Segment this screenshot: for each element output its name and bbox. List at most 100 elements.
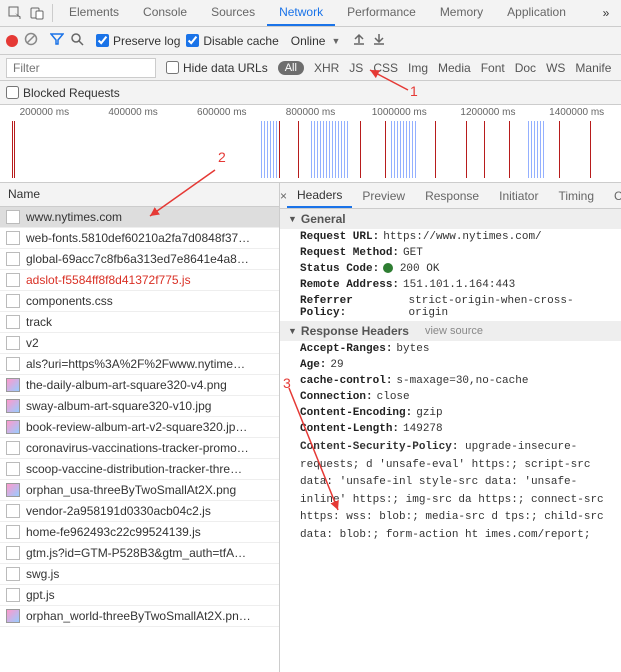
- response-headers-section[interactable]: ▼Response Headersview source: [280, 321, 621, 341]
- file-icon: [6, 399, 20, 413]
- file-icon: [6, 483, 20, 497]
- request-url-key: Request URL:: [300, 231, 379, 243]
- connection-key: Connection:: [300, 391, 373, 403]
- blocked-requests-label: Blocked Requests: [23, 86, 120, 100]
- request-row[interactable]: coronavirus-vaccinations-tracker-promo…: [0, 438, 279, 459]
- filter-js[interactable]: JS: [349, 61, 363, 75]
- request-name: the-daily-album-art-square320-v4.png: [26, 378, 227, 392]
- network-split: Name www.nytimes.com web-fonts.5810def602…: [0, 183, 621, 672]
- request-row[interactable]: v2: [0, 333, 279, 354]
- tab-network[interactable]: Network: [267, 0, 335, 26]
- request-name: sway-album-art-square320-v10.jpg: [26, 399, 211, 413]
- preserve-log-checkbox[interactable]: Preserve log: [96, 34, 180, 48]
- request-row[interactable]: gtm.js?id=GTM-P528B3&gtm_auth=tfA…: [0, 543, 279, 564]
- age-value: 29: [330, 359, 343, 371]
- tab-console[interactable]: Console: [131, 0, 199, 26]
- filter-css[interactable]: CSS: [373, 61, 398, 75]
- filter-img[interactable]: Img: [408, 61, 428, 75]
- request-row[interactable]: orphan_usa-threeByTwoSmallAt2X.png: [0, 480, 279, 501]
- request-row[interactable]: orphan_world-threeByTwoSmallAt2X.pn…: [0, 606, 279, 627]
- filter-ws[interactable]: WS: [546, 61, 565, 75]
- hide-data-urls-checkbox[interactable]: Hide data URLs: [166, 61, 268, 75]
- request-name: swg.js: [26, 567, 59, 581]
- tab-performance[interactable]: Performance: [335, 0, 428, 26]
- tab-elements[interactable]: Elements: [57, 0, 131, 26]
- detail-tabs: × Headers Preview Response Initiator Tim…: [280, 183, 621, 209]
- request-row[interactable]: book-review-album-art-v2-square320.jp…: [0, 417, 279, 438]
- general-section[interactable]: ▼General: [280, 209, 621, 229]
- filter-doc[interactable]: Doc: [515, 61, 536, 75]
- view-source-link[interactable]: view source: [425, 325, 483, 337]
- filter-icon[interactable]: [50, 32, 64, 49]
- tab-initiator[interactable]: Initiator: [489, 185, 548, 207]
- file-icon: [6, 231, 20, 245]
- filter-xhr[interactable]: XHR: [314, 61, 339, 75]
- request-row[interactable]: adslot-f5584ff8f8d41372f775.js: [0, 270, 279, 291]
- accept-ranges-value: bytes: [396, 343, 429, 355]
- filter-bar: Hide data URLs All XHR JS CSS Img Media …: [0, 55, 621, 81]
- request-row[interactable]: global-69acc7c8fb6a313ed7e8641e4a8…: [0, 249, 279, 270]
- request-row[interactable]: swg.js: [0, 564, 279, 585]
- request-row[interactable]: sway-album-art-square320-v10.jpg: [0, 396, 279, 417]
- file-icon: [6, 525, 20, 539]
- file-icon: [6, 588, 20, 602]
- request-list: www.nytimes.com web-fonts.5810def60210a2f…: [0, 207, 279, 627]
- request-name: gpt.js: [26, 588, 55, 602]
- timeline-overview[interactable]: 200000 ms400000 ms600000 ms800000 ms1000…: [0, 105, 621, 183]
- devtools-toolbar: Elements Console Sources Network Perform…: [0, 0, 621, 27]
- remote-address-key: Remote Address:: [300, 279, 399, 291]
- request-method-key: Request Method:: [300, 247, 399, 259]
- request-row[interactable]: als?uri=https%3A%2F%2Fwww.nytime…: [0, 354, 279, 375]
- close-detail-icon[interactable]: ×: [280, 189, 287, 203]
- blocked-requests-checkbox[interactable]: Blocked Requests: [6, 86, 120, 100]
- tab-preview[interactable]: Preview: [352, 185, 415, 207]
- content-encoding-value: gzip: [416, 407, 442, 419]
- request-row[interactable]: scoop-vaccine-distribution-tracker-thre…: [0, 459, 279, 480]
- hide-data-urls-label: Hide data URLs: [183, 61, 268, 75]
- age-key: Age:: [300, 359, 326, 371]
- request-name: www.nytimes.com: [26, 210, 122, 224]
- search-icon[interactable]: [70, 32, 84, 49]
- request-row[interactable]: home-fe962493c22c99524139.js: [0, 522, 279, 543]
- request-url-value: https://www.nytimes.com/: [383, 231, 541, 243]
- tab-memory[interactable]: Memory: [428, 0, 495, 26]
- inspect-icon[interactable]: [4, 2, 26, 24]
- remote-address-value: 151.101.1.164:443: [403, 279, 515, 291]
- request-row[interactable]: gpt.js: [0, 585, 279, 606]
- throttling-select[interactable]: Online▼: [291, 34, 341, 48]
- record-button[interactable]: [6, 35, 18, 47]
- request-row[interactable]: the-daily-album-art-square320-v4.png: [0, 375, 279, 396]
- tab-timing[interactable]: Timing: [548, 185, 604, 207]
- request-row[interactable]: vendor-2a958191d0330acb04c2.js: [0, 501, 279, 522]
- more-tabs-icon[interactable]: »: [595, 2, 617, 24]
- request-row[interactable]: track: [0, 312, 279, 333]
- tab-response[interactable]: Response: [415, 185, 489, 207]
- accept-ranges-key: Accept-Ranges:: [300, 343, 392, 355]
- chevron-down-icon: ▼: [331, 36, 340, 46]
- content-encoding-key: Content-Encoding:: [300, 407, 412, 419]
- tab-cookies[interactable]: C: [604, 185, 621, 207]
- tab-application[interactable]: Application: [495, 0, 578, 26]
- filter-input[interactable]: [6, 58, 156, 78]
- cache-control-value: s-maxage=30,no-cache: [396, 375, 528, 387]
- request-row[interactable]: www.nytimes.com: [0, 207, 279, 228]
- download-har-icon[interactable]: [372, 33, 386, 48]
- tab-headers[interactable]: Headers: [287, 184, 352, 208]
- status-code-value: 200 OK: [383, 263, 439, 275]
- filter-font[interactable]: Font: [481, 61, 505, 75]
- filter-media[interactable]: Media: [438, 61, 471, 75]
- filter-manifest[interactable]: Manife: [575, 61, 611, 75]
- tab-sources[interactable]: Sources: [199, 0, 267, 26]
- request-row[interactable]: web-fonts.5810def60210a2fa7d0848f37…: [0, 228, 279, 249]
- content-length-key: Content-Length:: [300, 423, 399, 435]
- clear-button[interactable]: [24, 32, 38, 49]
- disable-cache-checkbox[interactable]: Disable cache: [186, 34, 278, 48]
- file-icon: [6, 357, 20, 371]
- device-toggle-icon[interactable]: [26, 2, 48, 24]
- filter-all[interactable]: All: [278, 61, 304, 75]
- name-column-header[interactable]: Name: [0, 183, 279, 207]
- request-row[interactable]: components.css: [0, 291, 279, 312]
- content-length-value: 149278: [403, 423, 443, 435]
- upload-har-icon[interactable]: [352, 33, 366, 48]
- file-icon: [6, 504, 20, 518]
